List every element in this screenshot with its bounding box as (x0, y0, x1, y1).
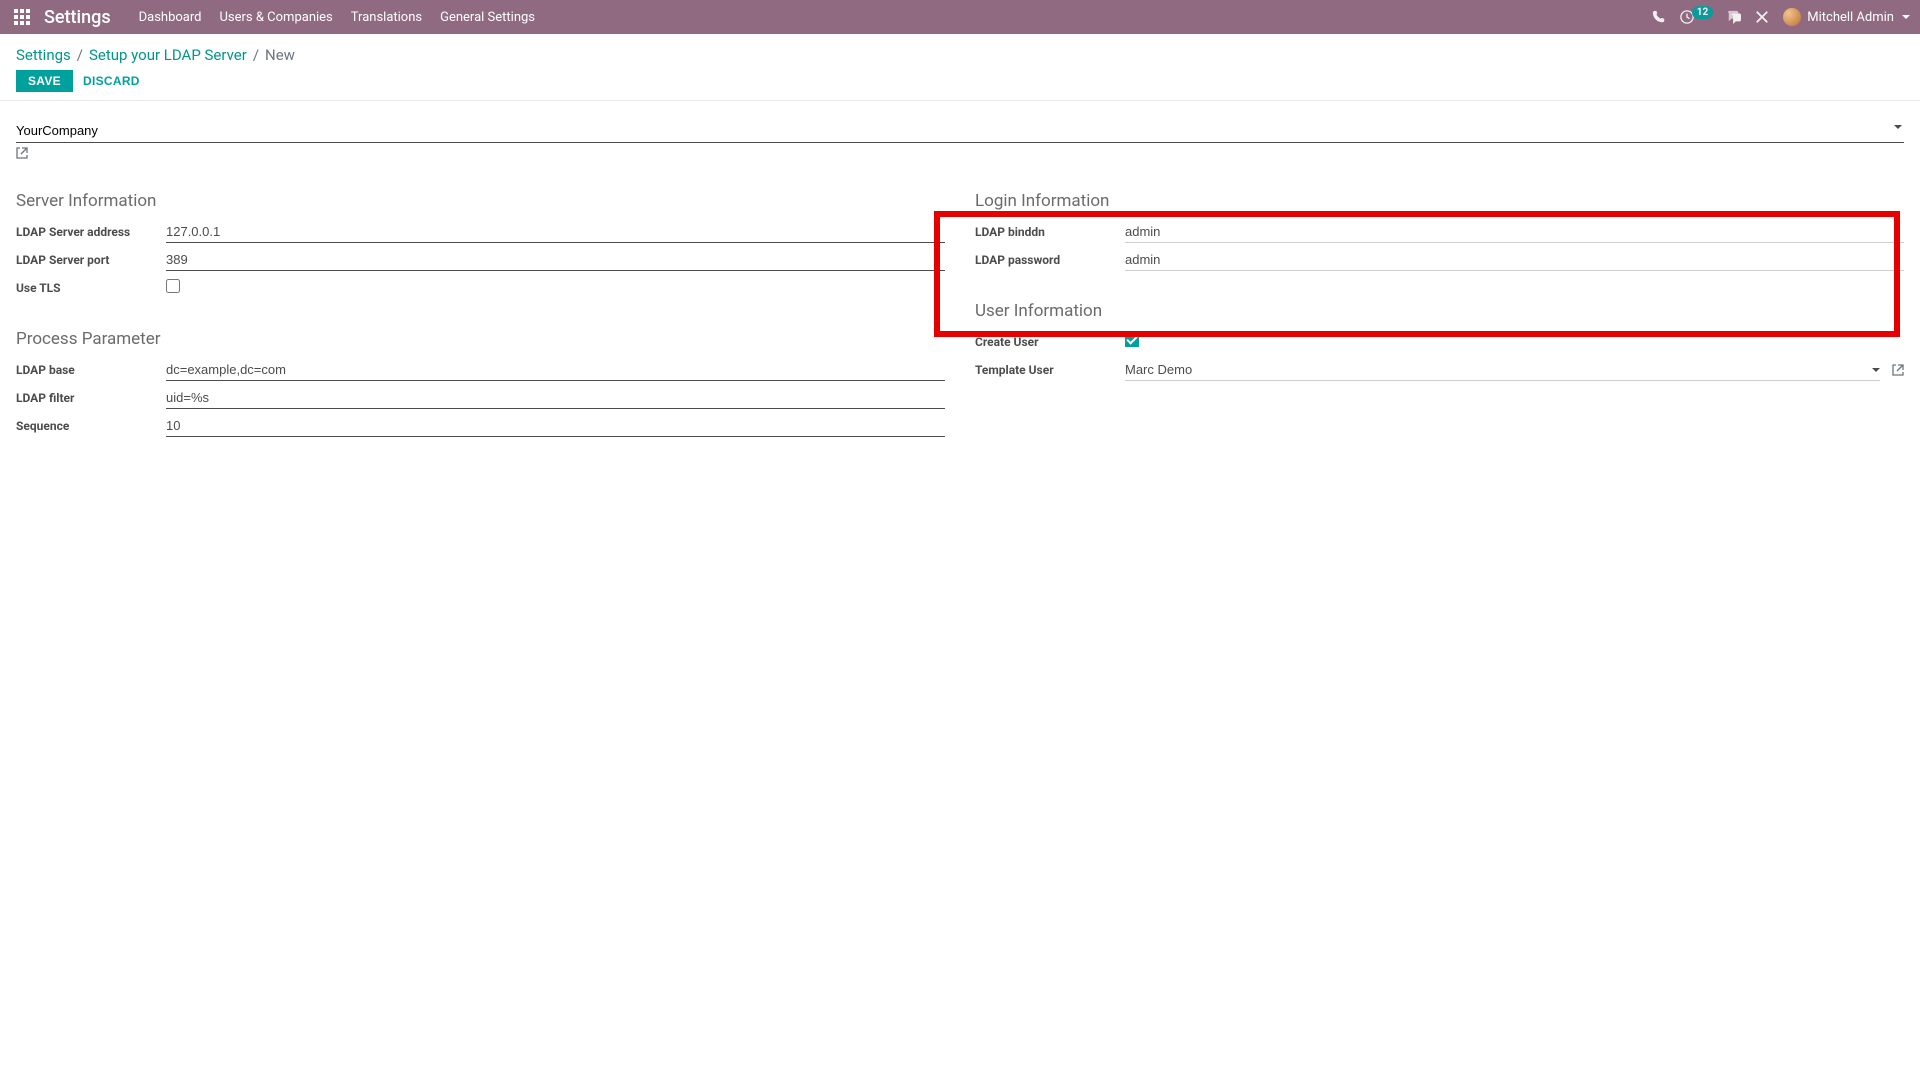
checkbox-use-tls[interactable] (166, 279, 180, 293)
breadcrumb-sep: / (77, 46, 83, 64)
company-field[interactable] (16, 119, 1904, 143)
section-server-info: Server Information (16, 191, 945, 211)
input-ldap-password[interactable] (1125, 250, 1904, 271)
save-button[interactable]: SAVE (16, 70, 73, 92)
external-link-icon[interactable] (1892, 364, 1904, 376)
breadcrumb-bar: Settings / Setup your LDAP Server / New … (0, 34, 1920, 101)
label-template-user: Template User (975, 363, 1125, 377)
field-template-user: Template User (975, 357, 1904, 383)
label-ldap-filter: LDAP filter (16, 391, 166, 405)
action-buttons: SAVE DISCARD (16, 70, 1904, 92)
label-ldap-base: LDAP base (16, 363, 166, 377)
left-column: Server Information LDAP Server address L… (16, 191, 945, 441)
chevron-down-icon (1872, 368, 1880, 372)
company-external-link[interactable] (16, 147, 1904, 163)
phone-icon[interactable] (1652, 10, 1666, 24)
field-ldap-password: LDAP password (975, 247, 1904, 273)
field-sequence: Sequence (16, 413, 945, 439)
field-ldap-filter: LDAP filter (16, 385, 945, 411)
chevron-down-icon (1902, 15, 1910, 19)
input-sequence[interactable] (166, 416, 945, 437)
input-template-user[interactable] (1125, 360, 1880, 381)
breadcrumb-root[interactable]: Settings (16, 46, 71, 64)
input-ldap-binddn[interactable] (1125, 222, 1904, 243)
form-body: Server Information LDAP Server address L… (0, 101, 1920, 459)
field-ldap-base: LDAP base (16, 357, 945, 383)
label-ldap-password: LDAP password (975, 253, 1125, 267)
user-menu[interactable]: Mitchell Admin (1783, 8, 1910, 26)
discard-button[interactable]: DISCARD (83, 74, 140, 88)
input-ldap-port[interactable] (166, 250, 945, 271)
label-sequence: Sequence (16, 419, 166, 433)
breadcrumb: Settings / Setup your LDAP Server / New (16, 46, 1904, 64)
section-user-info: User Information (975, 301, 1904, 321)
field-ldap-address: LDAP Server address (16, 219, 945, 245)
field-use-tls: Use TLS (16, 275, 945, 301)
user-name: Mitchell Admin (1807, 10, 1894, 25)
nav-translations[interactable]: Translations (351, 10, 422, 25)
apps-icon[interactable] (8, 3, 36, 31)
top-navbar: Settings Dashboard Users & Companies Tra… (0, 0, 1920, 34)
field-ldap-binddn: LDAP binddn (975, 219, 1904, 245)
label-ldap-binddn: LDAP binddn (975, 225, 1125, 239)
checkbox-create-user[interactable] (1125, 333, 1139, 347)
section-process-param: Process Parameter (16, 329, 945, 349)
field-create-user: Create User (975, 329, 1904, 355)
label-ldap-address: LDAP Server address (16, 225, 166, 239)
activities-icon[interactable]: 12 (1680, 10, 1713, 24)
breadcrumb-current: New (265, 46, 295, 64)
right-column: Login Information LDAP binddn LDAP passw… (975, 191, 1904, 441)
breadcrumb-parent[interactable]: Setup your LDAP Server (89, 46, 247, 64)
nav-users-companies[interactable]: Users & Companies (219, 10, 332, 25)
activities-badge: 12 (1692, 6, 1713, 19)
section-login-info: Login Information (975, 191, 1904, 211)
nav-right: 12 Mitchell Admin (1652, 8, 1910, 26)
messages-icon[interactable] (1727, 10, 1741, 24)
field-ldap-port: LDAP Server port (16, 247, 945, 273)
breadcrumb-sep: / (253, 46, 259, 64)
app-title: Settings (44, 7, 111, 28)
label-create-user: Create User (975, 335, 1125, 349)
nav-dashboard[interactable]: Dashboard (139, 10, 202, 25)
label-use-tls: Use TLS (16, 281, 166, 295)
input-ldap-filter[interactable] (166, 388, 945, 409)
company-input[interactable] (16, 119, 1904, 143)
close-icon[interactable] (1755, 10, 1769, 24)
nav-general-settings[interactable]: General Settings (440, 10, 535, 25)
label-ldap-port: LDAP Server port (16, 253, 166, 267)
nav-menu: Dashboard Users & Companies Translations… (139, 10, 535, 25)
avatar (1783, 8, 1801, 26)
input-ldap-base[interactable] (166, 360, 945, 381)
input-ldap-address[interactable] (166, 222, 945, 243)
